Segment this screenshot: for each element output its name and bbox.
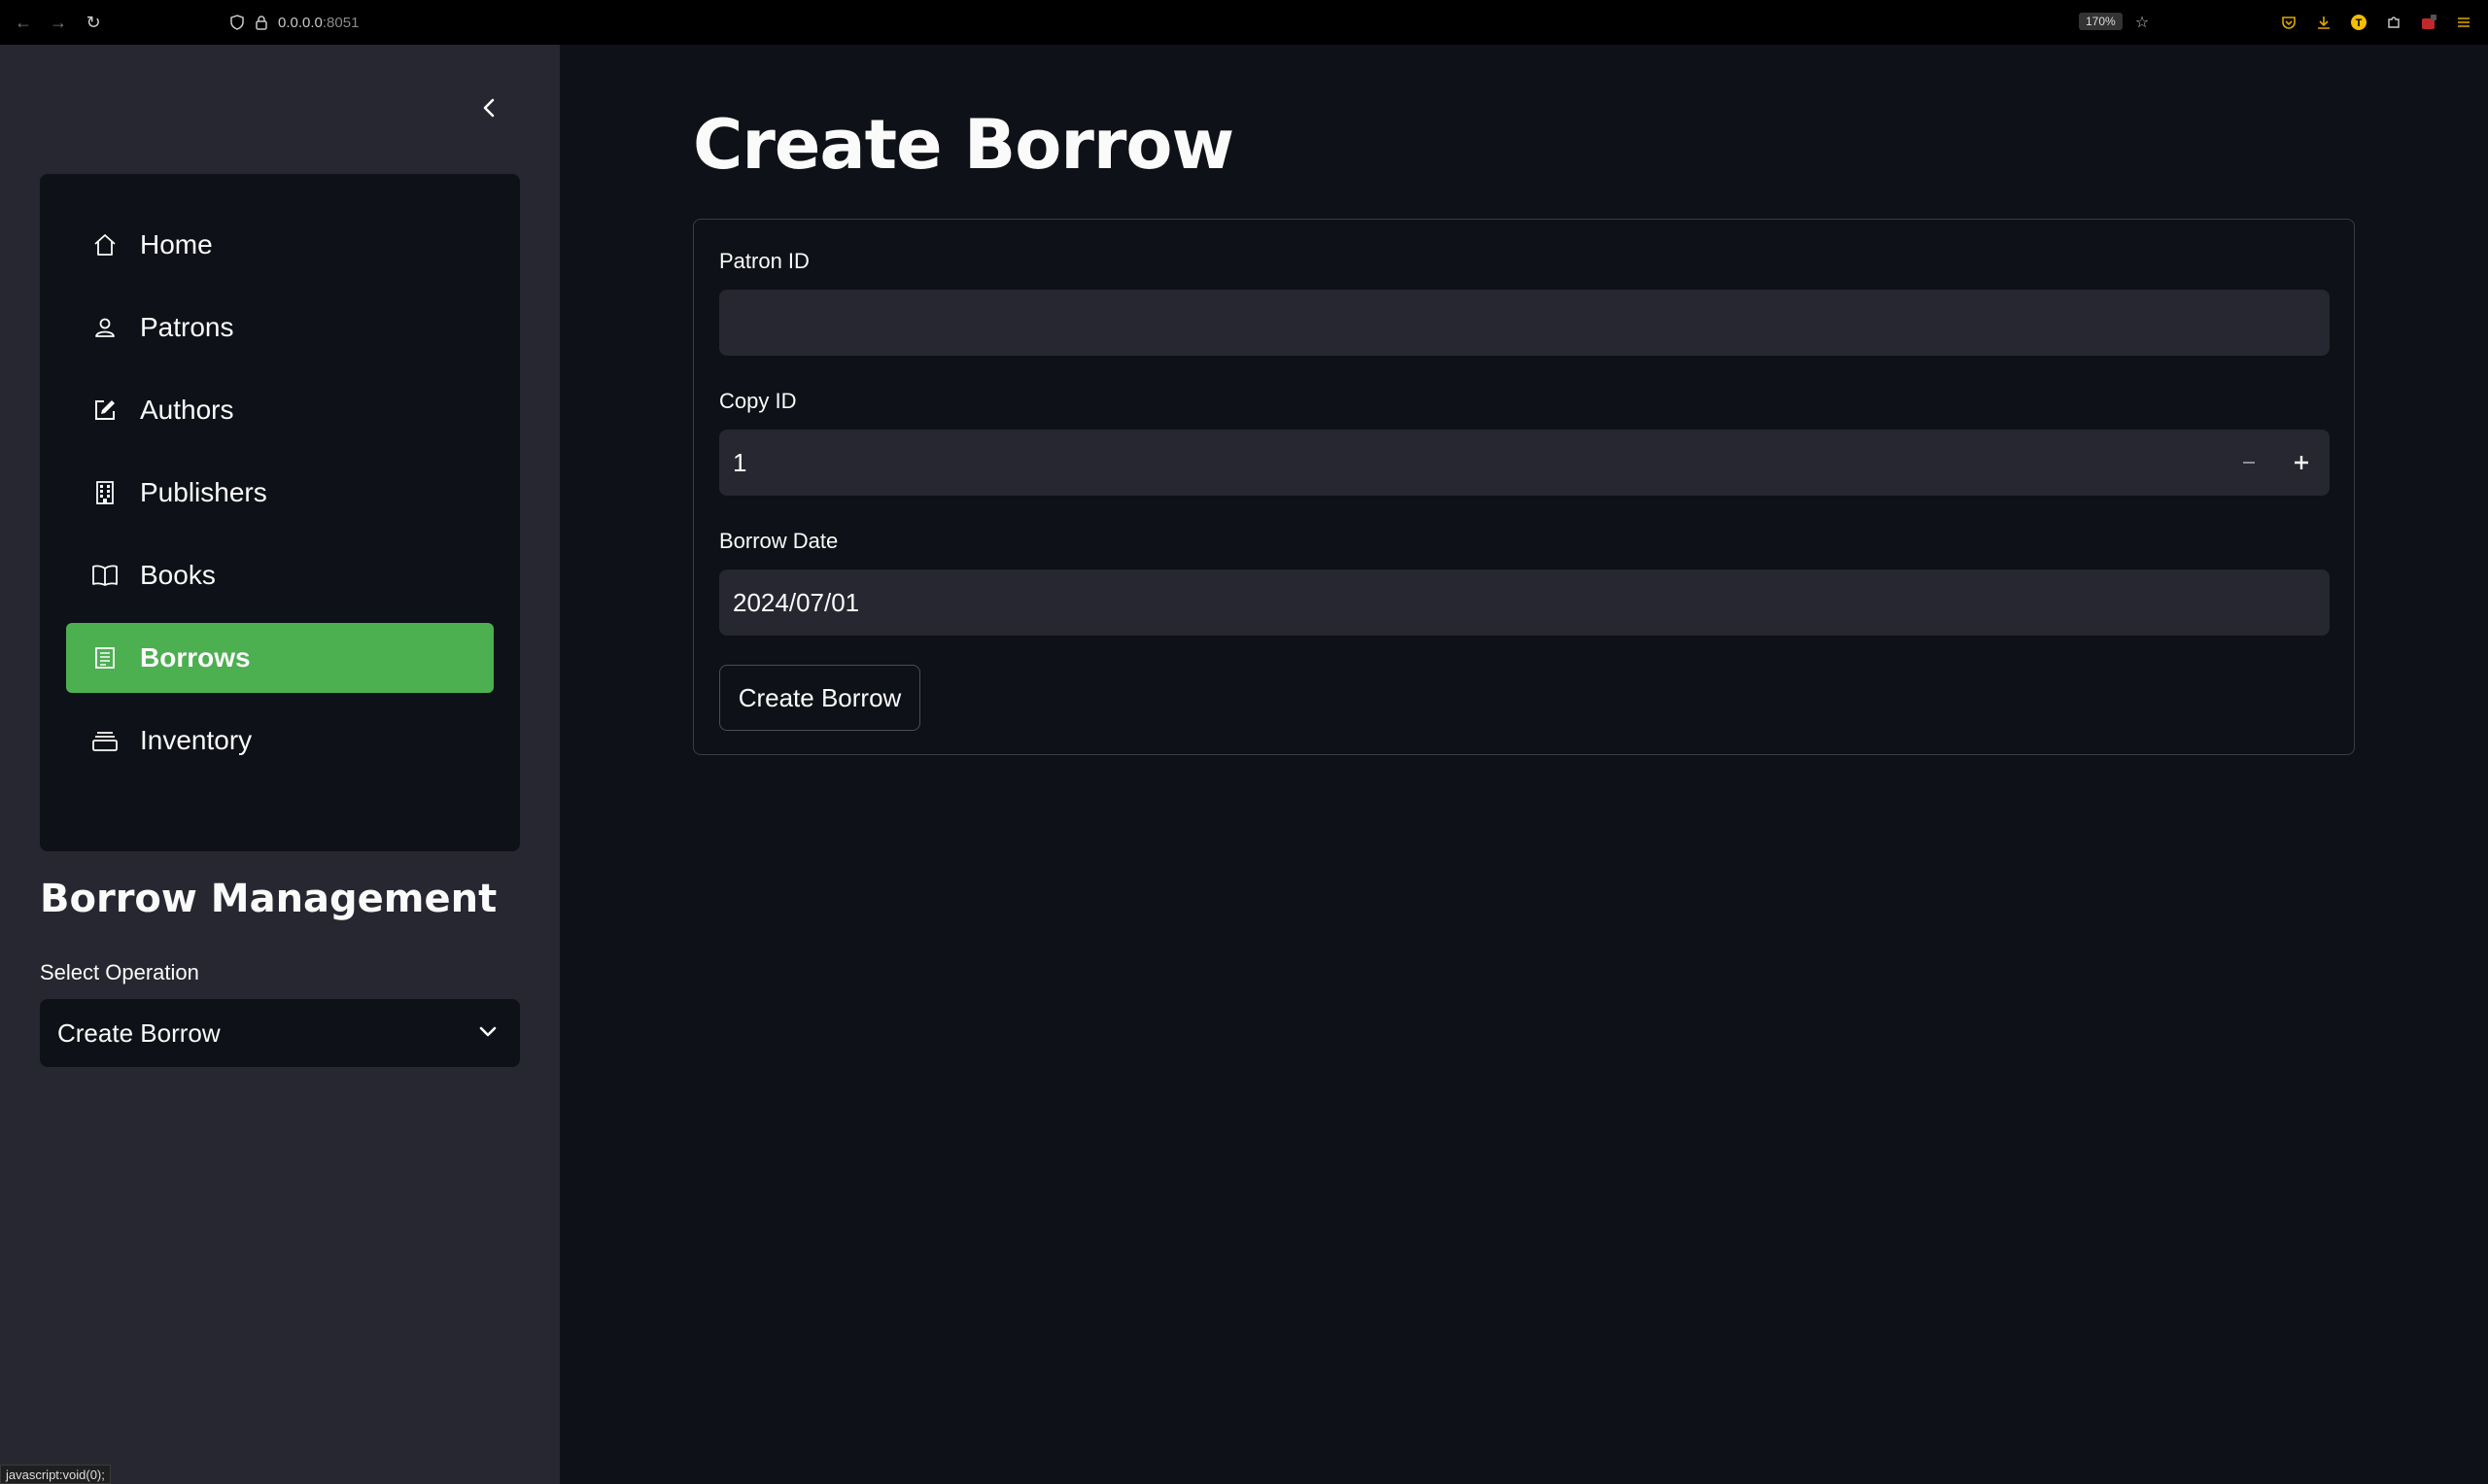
reload-icon[interactable]: ↻ xyxy=(83,12,104,33)
book-icon xyxy=(91,562,119,589)
nav-menu: Home Patrons Authors Publishers Books Bo… xyxy=(40,174,520,851)
url-bar[interactable]: 0.0.0.0:8051 xyxy=(229,11,359,34)
increment-icon[interactable] xyxy=(2275,430,2328,496)
download-icon[interactable] xyxy=(2313,12,2334,33)
forward-icon[interactable]: → xyxy=(48,12,69,33)
nav-item-label: Books xyxy=(140,560,216,590)
nav-item-borrows[interactable]: Borrows xyxy=(66,623,494,693)
sidebar: Home Patrons Authors Publishers Books Bo… xyxy=(0,45,560,1484)
chevron-down-icon xyxy=(477,1020,499,1047)
back-icon[interactable]: ← xyxy=(13,12,34,33)
nav-item-label: Inventory xyxy=(140,725,253,755)
extensions-puzzle-icon[interactable] xyxy=(2383,12,2404,33)
create-borrow-form: Patron ID Copy ID 1 Borrow Date 2024/07/… xyxy=(693,219,2355,755)
nav-item-publishers[interactable]: Publishers xyxy=(66,458,494,528)
sidebar-section-title: Borrow Management xyxy=(40,877,498,921)
menu-icon[interactable] xyxy=(2453,12,2474,33)
receipt-icon xyxy=(91,644,119,672)
page-title: Create Borrow xyxy=(693,105,1234,185)
nav-item-authors[interactable]: Authors xyxy=(66,375,494,445)
nav-item-home[interactable]: Home xyxy=(66,210,494,280)
borrow-date-input[interactable]: 2024/07/01 xyxy=(719,569,2330,636)
extension-red-icon[interactable] xyxy=(2418,12,2439,33)
svg-text:T: T xyxy=(2356,17,2363,29)
pencil-square-icon xyxy=(91,397,119,424)
url-port: :8051 xyxy=(322,14,360,31)
copy-id-value: 1 xyxy=(733,447,747,477)
decrement-icon[interactable] xyxy=(2223,430,2275,496)
nav-item-books[interactable]: Books xyxy=(66,540,494,610)
patron-id-input[interactable] xyxy=(719,290,2330,356)
bookmark-star-icon[interactable]: ☆ xyxy=(2131,12,2153,33)
zoom-badge[interactable]: 170% xyxy=(2079,13,2123,30)
lock-icon xyxy=(256,16,267,30)
nav-item-patrons[interactable]: Patrons xyxy=(66,293,494,362)
borrow-date-value: 2024/07/01 xyxy=(733,587,860,617)
extension-yellow-icon[interactable]: T xyxy=(2348,12,2369,33)
create-borrow-button[interactable]: Create Borrow xyxy=(719,665,920,731)
nav-item-inventory[interactable]: Inventory xyxy=(66,706,494,776)
nav-item-label: Authors xyxy=(140,395,234,425)
url-host: 0.0.0.0 xyxy=(278,14,323,31)
patron-id-label: Patron ID xyxy=(719,249,810,273)
pocket-icon[interactable] xyxy=(2278,12,2299,33)
copy-id-stepper[interactable]: 1 xyxy=(719,430,2330,496)
nav-item-label: Patrons xyxy=(140,312,234,342)
select-operation-label: Select Operation xyxy=(40,960,199,984)
shield-icon xyxy=(230,15,244,30)
select-operation-dropdown[interactable]: Create Borrow xyxy=(40,999,520,1067)
building-icon xyxy=(91,479,119,506)
nav-item-label: Home xyxy=(140,229,213,259)
nav-item-label: Borrows xyxy=(140,642,251,673)
borrow-date-label: Borrow Date xyxy=(719,529,839,553)
collapse-sidebar-icon[interactable] xyxy=(475,94,502,121)
browser-toolbar: ← → ↻ 0.0.0.0:8051 170% ☆ T xyxy=(0,0,2488,45)
person-icon xyxy=(91,314,119,341)
nav-item-label: Publishers xyxy=(140,477,267,507)
home-icon xyxy=(91,231,119,259)
stack-icon xyxy=(91,727,119,754)
select-operation-value: Create Borrow xyxy=(57,1018,221,1048)
status-tooltip: javascript:void(0); xyxy=(0,1465,111,1484)
copy-id-label: Copy ID xyxy=(719,389,797,413)
